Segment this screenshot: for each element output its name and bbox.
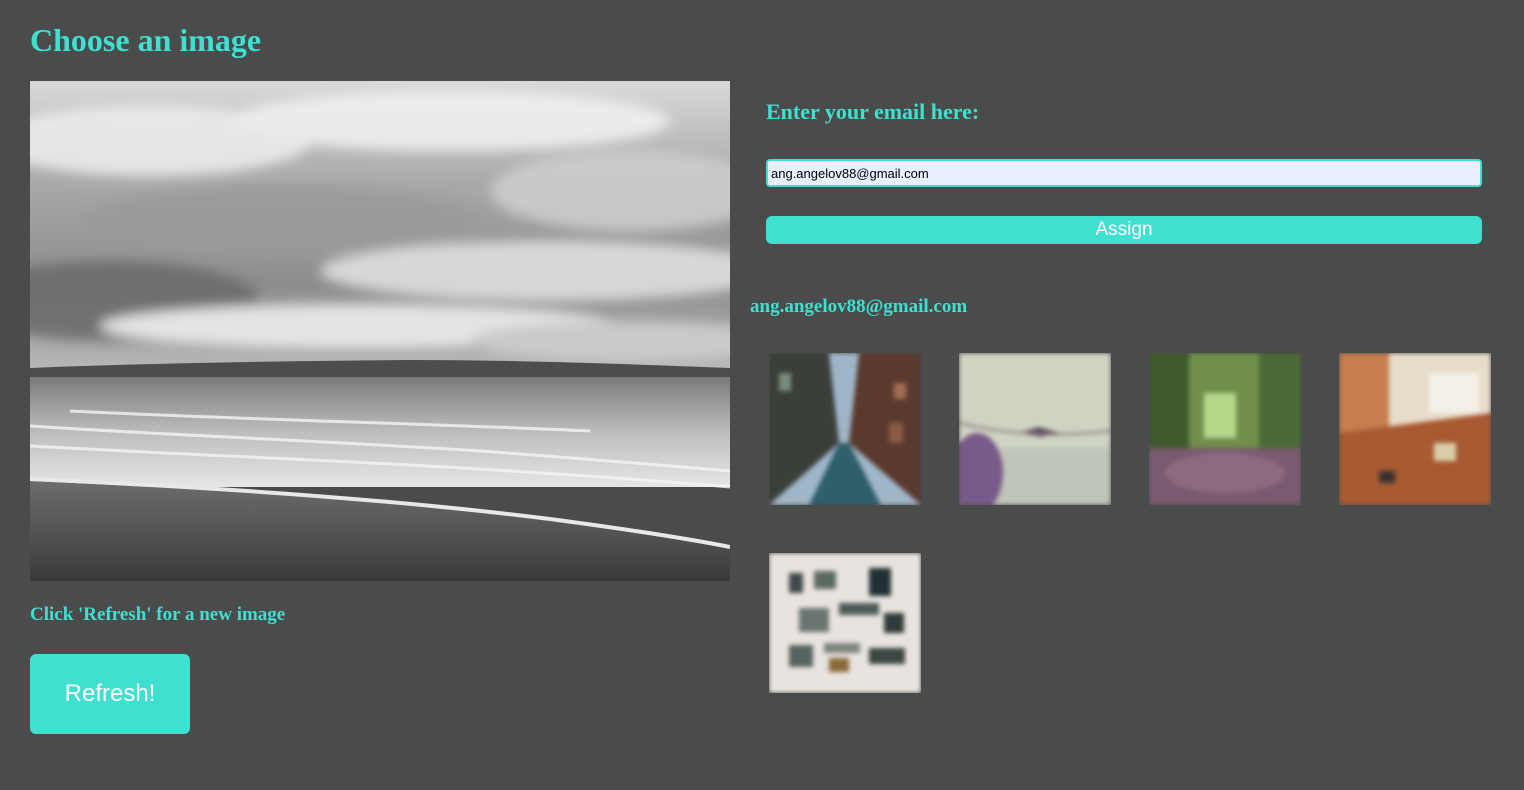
main-image <box>30 81 730 581</box>
refresh-hint: Click 'Refresh' for a new image <box>30 604 286 625</box>
assigned-email-heading: ang.angelov88@gmail.com <box>750 296 968 317</box>
thumbnail-forest-path[interactable] <box>1149 353 1301 505</box>
refresh-button[interactable]: Refresh! <box>30 654 190 734</box>
thumbnail-cafe-table[interactable] <box>1339 353 1491 505</box>
thumbnail-city-street[interactable] <box>769 353 921 505</box>
city-street-photo-icon <box>769 353 921 505</box>
email-label: Enter your email here: <box>766 99 980 124</box>
cafe-table-photo-icon <box>1339 353 1491 505</box>
page-title: Choose an image <box>30 22 262 58</box>
email-input[interactable] <box>766 159 1482 187</box>
assign-button[interactable]: Assign <box>766 216 1482 244</box>
forest-path-photo-icon <box>1149 353 1301 505</box>
flatlay-items-photo-icon <box>769 553 921 693</box>
thumbnail-bird-sky[interactable] <box>959 353 1111 505</box>
beach-photo-icon <box>30 81 730 581</box>
bird-sky-photo-icon <box>959 353 1111 505</box>
thumbnail-flatlay-items[interactable] <box>769 553 921 693</box>
